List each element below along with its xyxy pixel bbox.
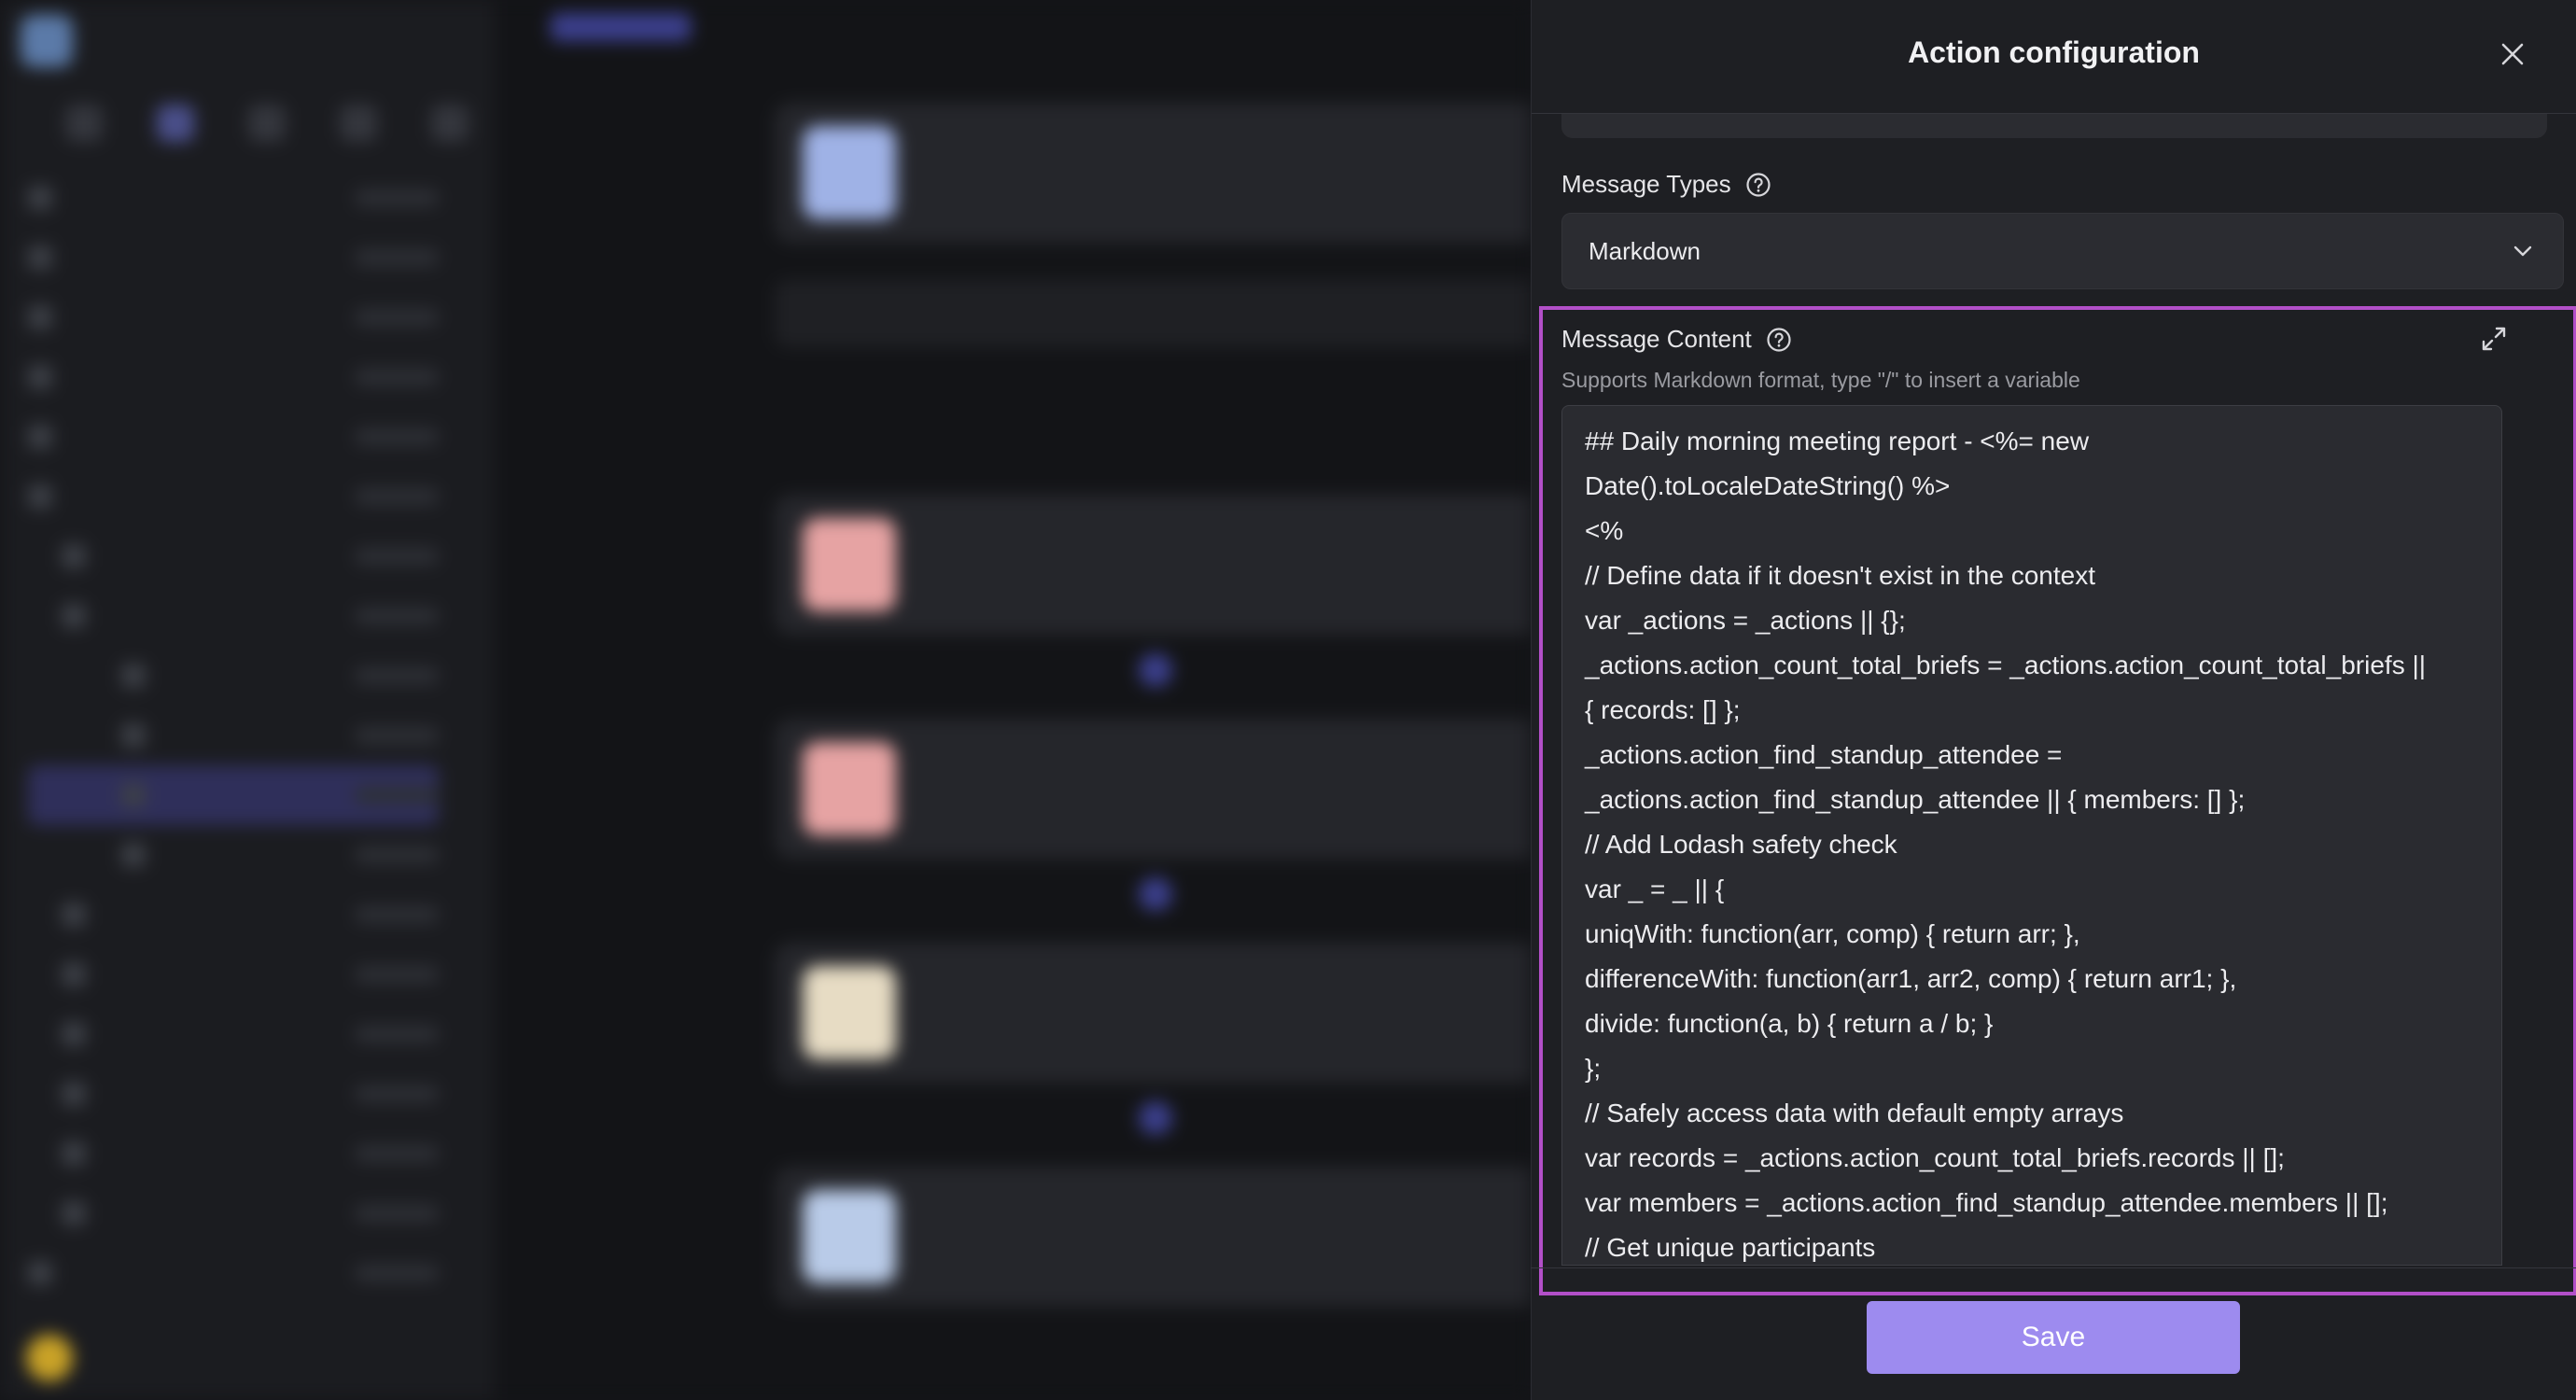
background-connector — [1139, 1101, 1172, 1135]
editor-line: ## Daily morning meeting report - <%= ne… — [1585, 427, 2090, 455]
background-tree-item — [28, 407, 439, 467]
editor-line: <% — [1585, 516, 1624, 545]
message-content-section: Message Content Supports Markdown format… — [1539, 306, 2576, 1295]
editor-line: }; — [1585, 1054, 1602, 1083]
question-circle-icon[interactable] — [1765, 326, 1793, 354]
card-thumb — [803, 966, 896, 1059]
message-content-label: Message Content — [1561, 325, 1752, 353]
editor-line: var members = _actions.action_find_stand… — [1585, 1188, 2388, 1217]
message-types-label-row: Message Types — [1561, 170, 1772, 199]
background-tree-item — [28, 885, 439, 945]
background-node-tree — [28, 168, 439, 1303]
previous-field-bottom[interactable] — [1561, 114, 2547, 138]
panel-header: Action configuration — [1532, 0, 2576, 114]
background-tree-item — [28, 1004, 439, 1064]
background-space-header — [21, 13, 93, 69]
background-tree-item — [28, 825, 439, 885]
save-button[interactable]: Save — [1867, 1301, 2240, 1374]
background-tree-item — [28, 347, 439, 407]
footer-divider — [1531, 1267, 2576, 1268]
background-connector — [1139, 877, 1172, 911]
editor-line: _actions.action_find_standup_attendee ||… — [1585, 785, 2246, 814]
close-icon — [2501, 43, 2524, 65]
expand-icon[interactable] — [2478, 323, 2510, 355]
toolbar-icon — [248, 105, 286, 142]
background-tree-item — [28, 945, 439, 1004]
background-action-card — [775, 719, 1531, 859]
background-sidebar — [0, 0, 495, 1400]
background-tree-item — [28, 1124, 439, 1183]
message-content-label-row: Message Content — [1561, 325, 1793, 354]
toolbar-icon — [340, 105, 377, 142]
editor-line: // Add Lodash safety check — [1585, 830, 1897, 859]
editor-line: uniqWith: function(arr, comp) { return a… — [1585, 919, 2080, 948]
background-main — [495, 0, 1531, 1400]
editor-line: var _ = _ || { — [1585, 875, 1725, 903]
editor-line: var records = _actions.action_count_tota… — [1585, 1143, 2285, 1172]
editor-line: divide: function(a, b) { return a / b; } — [1585, 1009, 1994, 1038]
chevron-down-icon — [2509, 237, 2537, 265]
background-user — [26, 1335, 73, 1381]
background-app — [0, 0, 1531, 1400]
question-circle-icon[interactable] — [1744, 171, 1772, 199]
avatar — [26, 1335, 73, 1381]
background-tree-item — [28, 706, 439, 765]
background-connector — [1139, 653, 1172, 687]
background-trigger-card — [775, 103, 1531, 243]
editor-line: _actions.action_find_standup_attendee = — [1585, 740, 2063, 769]
background-tree-item — [28, 287, 439, 347]
background-add-trigger — [775, 280, 1531, 347]
background-tree-item — [28, 526, 439, 586]
background-action-card — [775, 495, 1531, 635]
message-types-select[interactable]: Markdown — [1561, 213, 2564, 289]
background-page-title — [532, 7, 691, 44]
toolbar-icon — [65, 105, 103, 142]
background-action-card — [775, 1167, 1531, 1307]
editor-line: Date().toLocaleDateString() %> — [1585, 471, 1951, 500]
message-content-editor[interactable]: ## Daily morning meeting report - <%= ne… — [1561, 405, 2502, 1266]
card-thumb — [803, 1190, 896, 1283]
background-tree-item — [28, 467, 439, 526]
background-tree-item — [28, 1183, 439, 1243]
background-tree-item — [28, 1243, 439, 1303]
background-tree-item — [28, 646, 439, 706]
message-types-label: Message Types — [1561, 170, 1731, 198]
card-thumb — [803, 518, 896, 611]
message-types-selected-value: Markdown — [1589, 236, 1701, 265]
editor-line: var _actions = _actions || {}; — [1585, 606, 1906, 635]
message-content-hint: Supports Markdown format, type "/" to in… — [1561, 368, 2080, 392]
background-tree-item — [28, 765, 439, 825]
card-thumb — [803, 742, 896, 835]
editor-line: differenceWith: function(arr1, arr2, com… — [1585, 964, 2237, 993]
editor-line: // Define data if it doesn't exist in th… — [1585, 561, 2095, 590]
background-action-card — [775, 943, 1531, 1083]
toolbar-icon — [431, 105, 469, 142]
close-button[interactable] — [2494, 35, 2531, 73]
toolbar-icon — [157, 105, 194, 142]
card-thumb — [803, 126, 896, 219]
background-tree-item — [28, 228, 439, 287]
editor-line: _actions.action_count_total_briefs = _ac… — [1585, 651, 2427, 679]
background-tree-item — [28, 586, 439, 646]
editor-line: // Get unique participants — [1585, 1233, 1876, 1262]
action-configuration-panel: Action configuration Message Types Markd… — [1531, 0, 2576, 1400]
background-tree-item — [28, 168, 439, 228]
editor-line: // Safely access data with default empty… — [1585, 1099, 2124, 1127]
background-tree-item — [28, 1064, 439, 1124]
editor-line: { records: [] }; — [1585, 695, 1741, 724]
panel-title: Action configuration — [1908, 35, 2200, 69]
space-logo — [21, 15, 73, 67]
background-sidebar-toolbar — [65, 105, 469, 142]
